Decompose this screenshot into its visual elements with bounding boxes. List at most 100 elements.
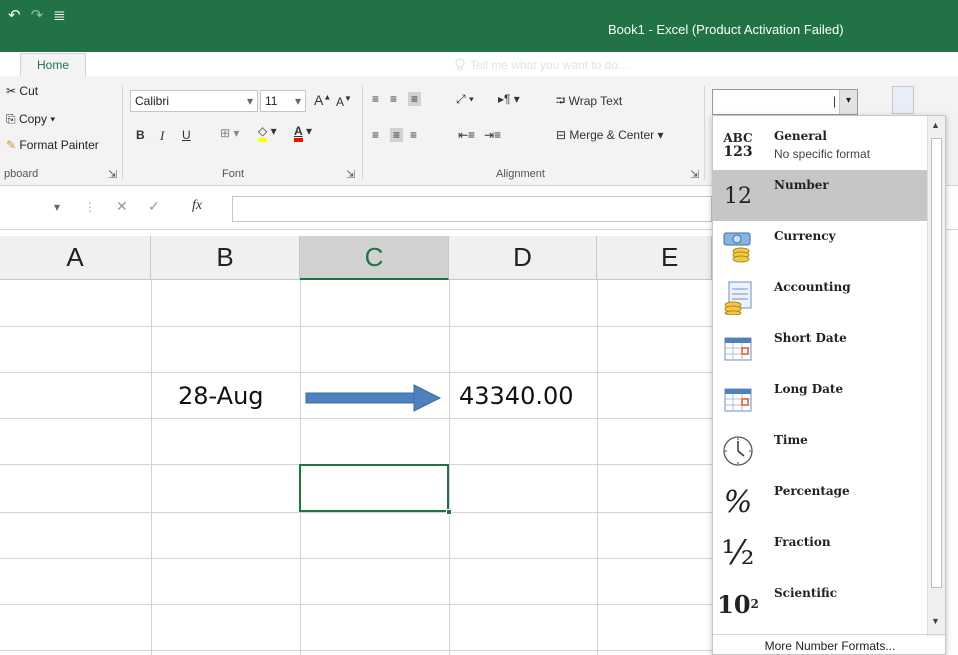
copy-button[interactable]: ⎘ Copy ▾ xyxy=(6,112,55,127)
format-painter-button[interactable]: ✎ Format Painter xyxy=(6,138,99,152)
cut-label: Cut xyxy=(19,84,39,98)
clipboard-launcher-icon[interactable]: ⇲ xyxy=(108,168,117,181)
format-short-date[interactable]: Short Date xyxy=(713,323,928,374)
num-123-text: 123 xyxy=(723,144,753,160)
tab-formulas[interactable]: Formulas xyxy=(223,58,293,76)
font-name-value: Calibri xyxy=(135,94,170,108)
name-box-dropdown-icon[interactable]: ▾ xyxy=(54,200,60,214)
align-left-icon[interactable]: ≡ xyxy=(372,128,379,142)
customize-qat-icon[interactable]: ≣ xyxy=(53,6,66,24)
group-separator xyxy=(704,86,705,180)
column-header-a[interactable]: A xyxy=(0,236,151,280)
chevron-down-icon[interactable]: ▾ xyxy=(839,90,857,114)
tell-me-text: Tell me what you want to do... xyxy=(469,58,629,72)
decrease-font-size-icon[interactable]: A▼ xyxy=(336,94,352,109)
format-scientific[interactable]: 10 2 Scientific xyxy=(713,578,928,629)
format-currency[interactable]: Currency xyxy=(713,221,928,272)
column-header-c[interactable]: C xyxy=(300,236,449,280)
column-header-b[interactable]: B xyxy=(151,236,300,280)
exponent-text: 2 xyxy=(750,597,759,611)
format-label: Currency xyxy=(774,229,836,243)
number-format-dropdown: ABC 123 General No specific format 12 Nu… xyxy=(712,115,947,655)
dropdown-scrollbar[interactable]: ▲ ▼ xyxy=(927,116,945,636)
conditional-formatting-icon[interactable] xyxy=(892,86,914,114)
enter-icon[interactable]: ✓ xyxy=(148,198,160,215)
tab-insert[interactable]: Insert xyxy=(86,58,136,76)
scroll-up-icon[interactable]: ▲ xyxy=(931,120,940,130)
orientation-icon[interactable]: ⤢ ▾ xyxy=(456,92,474,107)
ribbon-tabs: Home Insert Page Layout Formulas Data Re… xyxy=(0,52,958,76)
italic-button[interactable]: I xyxy=(160,128,164,144)
format-number[interactable]: 12 Number xyxy=(713,170,928,221)
font-size-select[interactable]: 11 ▾ xyxy=(260,90,306,112)
text-direction-icon[interactable]: ▸¶ ▾ xyxy=(498,92,520,106)
lightbulb-icon xyxy=(455,58,465,71)
format-label: Accounting xyxy=(774,280,851,294)
font-color-icon[interactable]: A ▾ xyxy=(294,124,312,142)
calendar-icon xyxy=(721,331,755,367)
increase-indent-icon[interactable]: ⇥≡ xyxy=(484,128,501,142)
tell-me-box[interactable]: Tell me what you want to do... xyxy=(444,58,638,76)
tab-view[interactable]: View xyxy=(398,58,444,76)
right-arrow-icon xyxy=(305,384,442,412)
chevron-down-icon: ▾ xyxy=(246,94,253,108)
font-group-label: Font xyxy=(222,168,245,180)
number-format-input[interactable]: | ▾ xyxy=(712,89,858,115)
scroll-down-icon[interactable]: ▼ xyxy=(931,616,940,626)
bold-button[interactable]: B xyxy=(136,128,145,142)
fill-handle[interactable] xyxy=(446,509,452,515)
cell-b-date[interactable]: 28-Aug xyxy=(178,382,264,410)
format-long-date[interactable]: Long Date xyxy=(713,374,928,425)
tab-home[interactable]: Home xyxy=(20,53,87,76)
formula-input[interactable] xyxy=(232,196,712,222)
tab-data[interactable]: Data xyxy=(293,58,338,76)
undo-icon[interactable]: ↶ xyxy=(8,6,21,24)
quick-access-toolbar: ↶ ↷ ≣ xyxy=(8,6,66,24)
align-bottom-icon[interactable]: ≡ xyxy=(408,92,422,106)
column-header-d[interactable]: D xyxy=(449,236,597,280)
cut-button[interactable]: ✂ Cut xyxy=(6,84,38,98)
scroll-thumb[interactable] xyxy=(931,138,942,588)
chevron-down-icon: ▾ xyxy=(294,94,301,108)
accounting-icon xyxy=(721,280,755,316)
format-percentage[interactable]: % Percentage xyxy=(713,476,928,527)
font-launcher-icon[interactable]: ⇲ xyxy=(346,168,355,181)
tab-page-layout[interactable]: Page Layout xyxy=(136,58,223,76)
cancel-icon[interactable]: ✕ xyxy=(116,198,128,215)
align-middle-icon[interactable]: ≡ xyxy=(390,92,397,106)
more-number-formats-link[interactable]: More Number Formats... xyxy=(713,634,947,655)
column-header-e[interactable]: E xyxy=(597,236,712,280)
align-right-icon[interactable]: ≡ xyxy=(410,128,417,142)
active-cell-c[interactable] xyxy=(299,464,449,512)
window-title: Book1 - Excel (Product Activation Failed… xyxy=(608,22,844,37)
font-size-value: 11 xyxy=(265,94,278,108)
font-name-select[interactable]: Calibri ▾ xyxy=(130,90,258,112)
align-center-icon[interactable]: ≡ xyxy=(390,128,404,142)
underline-button[interactable]: U xyxy=(182,128,191,142)
cell-d-value[interactable]: 43340.00 xyxy=(459,382,574,410)
text-cursor: | xyxy=(833,94,837,108)
redo-icon[interactable]: ↷ xyxy=(31,6,44,24)
format-label: Scientific xyxy=(774,586,838,600)
merge-center-button[interactable]: ⊟ Merge & Center ▾ xyxy=(556,128,663,142)
percent-icon: % xyxy=(723,484,753,520)
clock-icon xyxy=(721,433,755,469)
grid-line xyxy=(449,280,450,655)
title-bar: ↶ ↷ ≣ Book1 - Excel (Product Activation … xyxy=(0,0,958,52)
alignment-launcher-icon[interactable]: ⇲ xyxy=(690,168,699,181)
format-accounting[interactable]: Accounting xyxy=(713,272,928,323)
borders-icon[interactable]: ⊞ ▾ xyxy=(220,126,239,140)
insert-function-icon[interactable]: fx xyxy=(192,198,202,214)
format-fraction[interactable]: ½ Fraction xyxy=(713,527,928,578)
format-general[interactable]: ABC 123 General No specific format xyxy=(713,119,928,170)
wrap-text-icon: ⮒ xyxy=(556,94,566,108)
increase-font-size-icon[interactable]: A▲ xyxy=(314,92,331,108)
format-time[interactable]: Time xyxy=(713,425,928,476)
grid-line xyxy=(0,372,712,373)
wrap-text-button[interactable]: ⮒ Wrap Text xyxy=(556,92,622,113)
tab-review[interactable]: Review xyxy=(339,58,398,76)
currency-icon xyxy=(721,229,755,265)
align-top-icon[interactable]: ≡ xyxy=(372,92,379,106)
decrease-indent-icon[interactable]: ⇤≡ xyxy=(458,128,475,142)
fill-color-icon[interactable]: ◇ ▾ xyxy=(258,124,277,142)
